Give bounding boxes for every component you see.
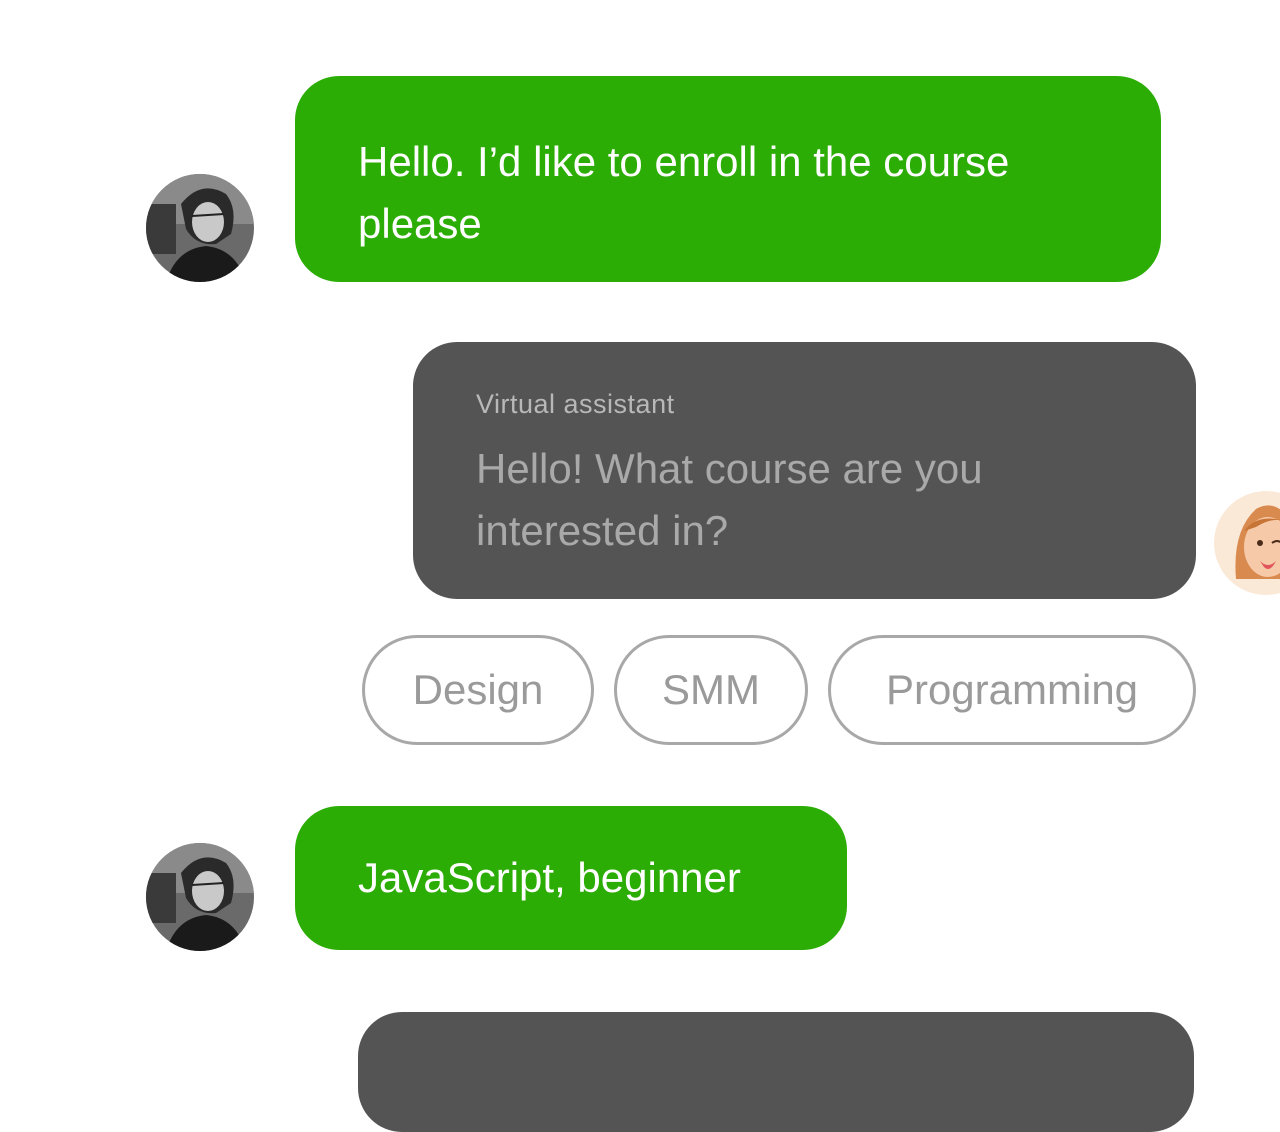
quick-reply-smm[interactable]: SMM	[614, 635, 808, 745]
quick-reply-design[interactable]: Design	[362, 635, 594, 745]
user-photo-icon	[146, 843, 254, 951]
assistant-memoji-icon	[1214, 491, 1280, 595]
assistant-avatar	[1214, 491, 1280, 595]
quick-reply-programming[interactable]: Programming	[828, 635, 1196, 745]
assistant-message-bubble	[358, 1012, 1194, 1132]
assistant-sender-name: Virtual assistant	[476, 389, 675, 419]
user-avatar	[146, 174, 254, 282]
user-avatar	[146, 843, 254, 951]
user-message-text: JavaScript, beginner	[358, 854, 741, 901]
user-photo-icon	[146, 174, 254, 282]
user-message-bubble: Hello. I’d like to enroll in the course …	[295, 76, 1161, 282]
user-message-text: Hello. I’d like to enroll in the course …	[358, 138, 1010, 247]
user-message-bubble: JavaScript, beginner	[295, 806, 847, 950]
assistant-message-text: Hello! What course are you interested in…	[476, 445, 983, 554]
assistant-message-bubble: Virtual assistant Hello! What course are…	[413, 342, 1196, 599]
